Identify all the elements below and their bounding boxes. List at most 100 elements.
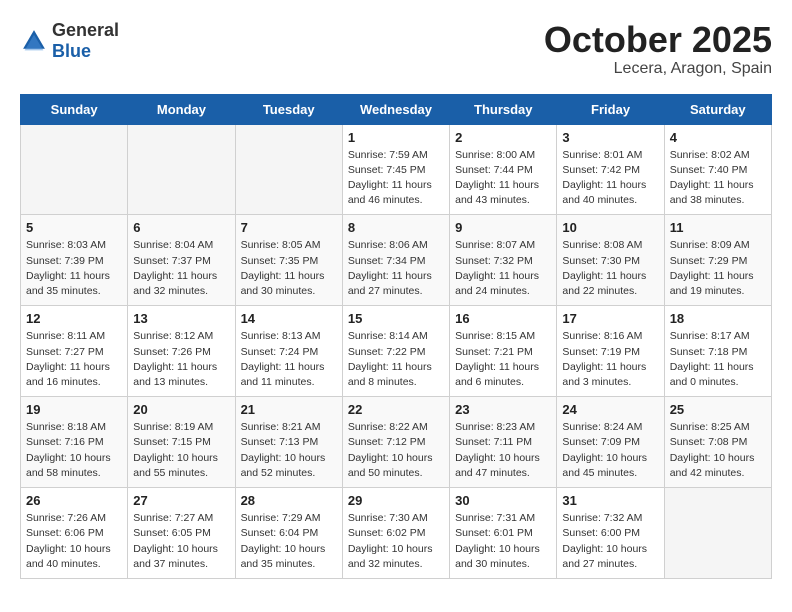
day-number: 1	[348, 130, 444, 145]
day-info: Sunrise: 8:25 AMSunset: 7:08 PMDaylight:…	[670, 420, 766, 481]
day-number: 13	[133, 311, 229, 326]
day-number: 11	[670, 220, 766, 235]
day-info: Sunrise: 8:05 AMSunset: 7:35 PMDaylight:…	[241, 238, 337, 299]
day-info: Sunrise: 8:21 AMSunset: 7:13 PMDaylight:…	[241, 420, 337, 481]
calendar-cell: 4 Sunrise: 8:02 AMSunset: 7:40 PMDaylight…	[664, 124, 771, 215]
calendar-header: SundayMondayTuesdayWednesdayThursdayFrid…	[21, 94, 772, 124]
calendar-cell: 26 Sunrise: 7:26 AMSunset: 6:06 PMDayligh…	[21, 488, 128, 579]
calendar-cell: 18 Sunrise: 8:17 AMSunset: 7:18 PMDayligh…	[664, 306, 771, 397]
logo: General Blue	[20, 20, 119, 62]
calendar-cell: 29 Sunrise: 7:30 AMSunset: 6:02 PMDayligh…	[342, 488, 449, 579]
day-number: 17	[562, 311, 658, 326]
weekday-row: SundayMondayTuesdayWednesdayThursdayFrid…	[21, 94, 772, 124]
day-number: 6	[133, 220, 229, 235]
logo-blue: Blue	[52, 41, 91, 61]
calendar-week-row: 5 Sunrise: 8:03 AMSunset: 7:39 PMDaylight…	[21, 215, 772, 306]
day-info: Sunrise: 8:24 AMSunset: 7:09 PMDaylight:…	[562, 420, 658, 481]
calendar-cell: 1Sunrise: 7:59 AMSunset: 7:45 PMDaylight…	[342, 124, 449, 215]
calendar-cell: 7Sunrise: 8:05 AMSunset: 7:35 PMDaylight…	[235, 215, 342, 306]
title-block: October 2025 Lecera, Aragon, Spain	[544, 20, 772, 78]
day-number: 4	[670, 130, 766, 145]
day-info: Sunrise: 8:16 AMSunset: 7:19 PMDaylight:…	[562, 329, 658, 390]
day-number: 12	[26, 311, 122, 326]
day-number: 21	[241, 402, 337, 417]
day-number: 2	[455, 130, 551, 145]
day-number: 15	[348, 311, 444, 326]
day-info: Sunrise: 8:12 AMSunset: 7:26 PMDaylight:…	[133, 329, 229, 390]
day-number: 20	[133, 402, 229, 417]
calendar-cell: 15 Sunrise: 8:14 AMSunset: 7:22 PMDayligh…	[342, 306, 449, 397]
calendar-cell: 14 Sunrise: 8:13 AMSunset: 7:24 PMDayligh…	[235, 306, 342, 397]
weekday-header: Wednesday	[342, 94, 449, 124]
day-number: 18	[670, 311, 766, 326]
calendar-cell	[128, 124, 235, 215]
calendar-cell: 16Sunrise: 8:15 AMSunset: 7:21 PMDayligh…	[450, 306, 557, 397]
day-info: Sunrise: 8:09 AMSunset: 7:29 PMDaylight:…	[670, 238, 766, 299]
day-info: Sunrise: 7:29 AMSunset: 6:04 PMDaylight:…	[241, 511, 337, 572]
day-info: Sunrise: 8:22 AMSunset: 7:12 PMDaylight:…	[348, 420, 444, 481]
day-info: Sunrise: 7:30 AMSunset: 6:02 PMDaylight:…	[348, 511, 444, 572]
weekday-header: Thursday	[450, 94, 557, 124]
page-header: General Blue October 2025 Lecera, Aragon…	[20, 20, 772, 78]
day-info: Sunrise: 8:07 AMSunset: 7:32 PMDaylight:…	[455, 238, 551, 299]
calendar-cell: 12 Sunrise: 8:11 AMSunset: 7:27 PMDayligh…	[21, 306, 128, 397]
calendar-subtitle: Lecera, Aragon, Spain	[544, 60, 772, 78]
day-number: 14	[241, 311, 337, 326]
day-info: Sunrise: 8:02 AMSunset: 7:40 PMDaylight:…	[670, 148, 766, 209]
calendar-cell: 23Sunrise: 8:23 AMSunset: 7:11 PMDayligh…	[450, 397, 557, 488]
calendar-cell: 27Sunrise: 7:27 AMSunset: 6:05 PMDayligh…	[128, 488, 235, 579]
weekday-header: Sunday	[21, 94, 128, 124]
day-info: Sunrise: 8:08 AMSunset: 7:30 PMDaylight:…	[562, 238, 658, 299]
calendar-cell: 8Sunrise: 8:06 AMSunset: 7:34 PMDaylight…	[342, 215, 449, 306]
day-info: Sunrise: 7:26 AMSunset: 6:06 PMDaylight:…	[26, 511, 122, 572]
day-number: 16	[455, 311, 551, 326]
calendar-body: 1Sunrise: 7:59 AMSunset: 7:45 PMDaylight…	[21, 124, 772, 578]
day-number: 5	[26, 220, 122, 235]
day-number: 24	[562, 402, 658, 417]
day-number: 28	[241, 493, 337, 508]
day-number: 9	[455, 220, 551, 235]
calendar-cell: 25 Sunrise: 8:25 AMSunset: 7:08 PMDayligh…	[664, 397, 771, 488]
calendar-week-row: 19Sunrise: 8:18 AMSunset: 7:16 PMDayligh…	[21, 397, 772, 488]
weekday-header: Monday	[128, 94, 235, 124]
day-number: 26	[26, 493, 122, 508]
day-number: 22	[348, 402, 444, 417]
calendar-cell: 28 Sunrise: 7:29 AMSunset: 6:04 PMDayligh…	[235, 488, 342, 579]
calendar-title: October 2025	[544, 20, 772, 60]
calendar-cell: 31Sunrise: 7:32 AMSunset: 6:00 PMDayligh…	[557, 488, 664, 579]
calendar-cell: 5 Sunrise: 8:03 AMSunset: 7:39 PMDaylight…	[21, 215, 128, 306]
day-number: 25	[670, 402, 766, 417]
calendar-cell: 19Sunrise: 8:18 AMSunset: 7:16 PMDayligh…	[21, 397, 128, 488]
weekday-header: Friday	[557, 94, 664, 124]
calendar-cell	[664, 488, 771, 579]
logo-general: General	[52, 20, 119, 40]
calendar-cell: 6 Sunrise: 8:04 AMSunset: 7:37 PMDaylight…	[128, 215, 235, 306]
calendar-cell: 20 Sunrise: 8:19 AMSunset: 7:15 PMDayligh…	[128, 397, 235, 488]
weekday-header: Saturday	[664, 94, 771, 124]
calendar-cell: 17 Sunrise: 8:16 AMSunset: 7:19 PMDayligh…	[557, 306, 664, 397]
day-info: Sunrise: 8:19 AMSunset: 7:15 PMDaylight:…	[133, 420, 229, 481]
weekday-header: Tuesday	[235, 94, 342, 124]
day-info: Sunrise: 8:01 AMSunset: 7:42 PMDaylight:…	[562, 148, 658, 209]
calendar-cell: 30Sunrise: 7:31 AMSunset: 6:01 PMDayligh…	[450, 488, 557, 579]
calendar-cell: 24 Sunrise: 8:24 AMSunset: 7:09 PMDayligh…	[557, 397, 664, 488]
day-info: Sunrise: 8:11 AMSunset: 7:27 PMDaylight:…	[26, 329, 122, 390]
calendar-week-row: 1Sunrise: 7:59 AMSunset: 7:45 PMDaylight…	[21, 124, 772, 215]
day-number: 30	[455, 493, 551, 508]
day-info: Sunrise: 8:06 AMSunset: 7:34 PMDaylight:…	[348, 238, 444, 299]
calendar-cell: 22 Sunrise: 8:22 AMSunset: 7:12 PMDayligh…	[342, 397, 449, 488]
day-info: Sunrise: 8:00 AMSunset: 7:44 PMDaylight:…	[455, 148, 551, 209]
day-info: Sunrise: 8:03 AMSunset: 7:39 PMDaylight:…	[26, 238, 122, 299]
day-info: Sunrise: 8:13 AMSunset: 7:24 PMDaylight:…	[241, 329, 337, 390]
calendar-cell: 21 Sunrise: 8:21 AMSunset: 7:13 PMDayligh…	[235, 397, 342, 488]
calendar-cell: 13 Sunrise: 8:12 AMSunset: 7:26 PMDayligh…	[128, 306, 235, 397]
day-info: Sunrise: 8:17 AMSunset: 7:18 PMDaylight:…	[670, 329, 766, 390]
day-number: 10	[562, 220, 658, 235]
calendar-cell: 2 Sunrise: 8:00 AMSunset: 7:44 PMDaylight…	[450, 124, 557, 215]
day-number: 23	[455, 402, 551, 417]
calendar-cell: 9 Sunrise: 8:07 AMSunset: 7:32 PMDaylight…	[450, 215, 557, 306]
day-info: Sunrise: 8:04 AMSunset: 7:37 PMDaylight:…	[133, 238, 229, 299]
day-info: Sunrise: 8:14 AMSunset: 7:22 PMDaylight:…	[348, 329, 444, 390]
day-number: 29	[348, 493, 444, 508]
day-info: Sunrise: 8:18 AMSunset: 7:16 PMDaylight:…	[26, 420, 122, 481]
